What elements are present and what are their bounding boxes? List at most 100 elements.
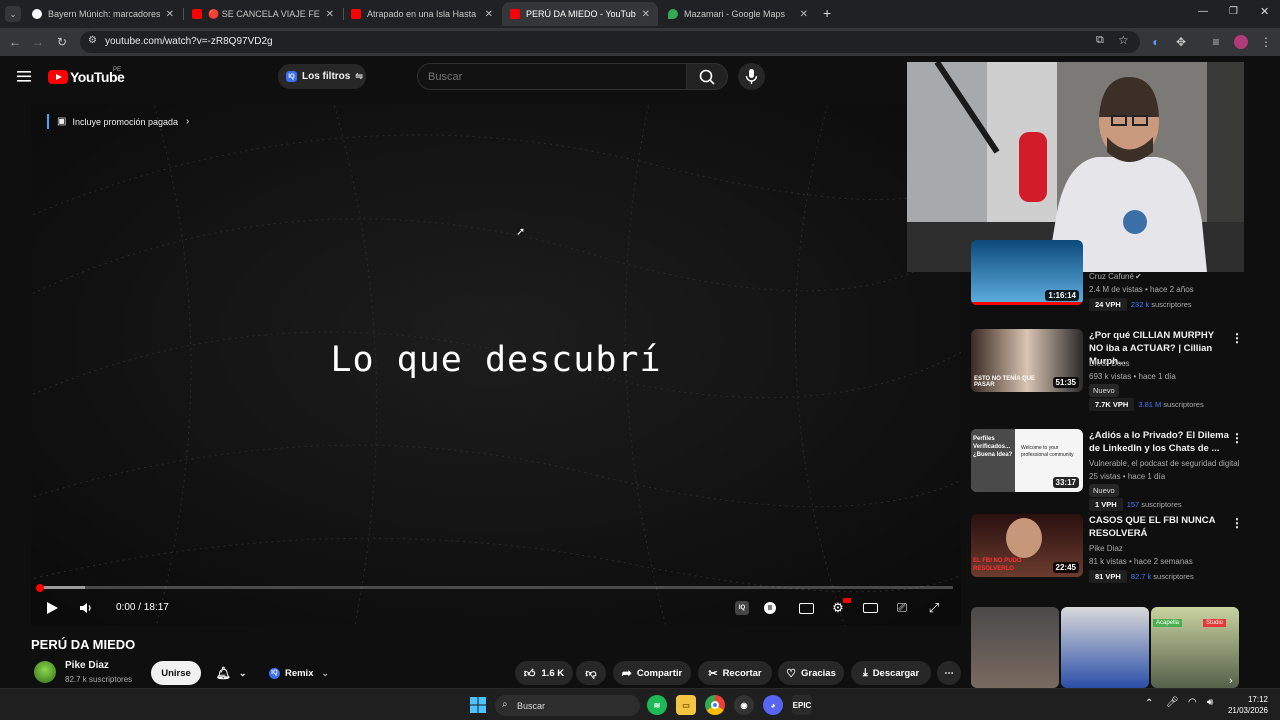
reading-list-icon[interactable]: ≡ <box>1207 33 1225 51</box>
subtitles-button[interactable] <box>795 598 817 618</box>
channel-name[interactable]: Cruz Cafuné <box>1089 272 1134 281</box>
browser-tab[interactable]: Bayern Múnich: marcadores en ✕ <box>24 2 182 26</box>
scissors-icon: ✂ <box>708 667 718 680</box>
tray-chevron-icon[interactable]: ⌃ <box>1145 698 1153 709</box>
join-button[interactable]: Unirse <box>151 661 201 685</box>
filters-button[interactable]: IQ Los filtros ⇋ <box>278 64 366 89</box>
back-icon[interactable]: ← <box>6 33 24 51</box>
discord-icon[interactable]: ◕ <box>763 695 783 715</box>
video-thumbnail[interactable]: ESTO NO TENÍA QUE PASAR 51:35 <box>971 329 1083 392</box>
channel-name[interactable]: Dieck Docs <box>1089 359 1129 368</box>
volume-tray-icon[interactable]: 🔊︎ <box>1207 697 1213 708</box>
spotify-icon[interactable]: ≋ <box>647 695 667 715</box>
download-button[interactable]: ⤓ Descargar <box>851 661 931 685</box>
dislike-button[interactable]: 👎︎ <box>576 661 606 685</box>
short-thumbnail[interactable]: Acapella Studio <box>1151 607 1239 688</box>
theater-icon <box>862 603 878 613</box>
channel-name[interactable]: Pike Diaz <box>65 660 109 671</box>
notifications-button[interactable]: 🔔︎ ⌄ <box>208 661 254 685</box>
reload-icon[interactable]: ↻ <box>53 33 71 51</box>
thanks-button[interactable]: ♡ Gracias <box>778 661 844 685</box>
video-duration: 51:35 <box>1052 377 1079 388</box>
download-icon: ⤓ <box>862 666 868 679</box>
video-title: PERÚ DA MIEDO <box>31 637 136 652</box>
browser-tab-bar: ⌄ Bayern Múnich: marcadores en ✕ 🔴 SE CA… <box>0 0 1280 28</box>
install-app-icon[interactable]: ⧉ <box>1096 34 1104 47</box>
close-tab-icon[interactable]: ✕ <box>485 9 493 20</box>
close-window-button[interactable]: ✕ <box>1260 5 1269 18</box>
taskbar-clock[interactable]: 17:12 21/03/2026 <box>1222 694 1268 716</box>
close-tab-icon[interactable]: ✕ <box>800 9 808 20</box>
video-title[interactable]: ¿Adiós a lo Privado? El Dilema de Linked… <box>1089 429 1229 455</box>
taskbar-search[interactable]: ⌕ Buscar <box>495 695 640 716</box>
profile-avatar-icon[interactable] <box>1232 33 1250 51</box>
browser-tab[interactable]: Mazamari - Google Maps ✕ <box>660 2 816 26</box>
wifi-icon[interactable]: ◠ <box>1188 697 1197 708</box>
channel-name[interactable]: Pike Diaz <box>1089 544 1123 553</box>
extensions-puzzle-icon[interactable]: ✥ <box>1172 33 1190 51</box>
progress-bar[interactable] <box>39 586 953 589</box>
browser-menu-icon[interactable]: ⋮ <box>1257 33 1275 51</box>
related-video[interactable]: EL FBI NO PUDO RESOLVERLO 22:45 CASOS QU… <box>971 514 1251 583</box>
video-player[interactable]: ▣ Incluye promoción pagada › Lo que desc… <box>31 104 961 626</box>
new-tab-button[interactable]: + <box>823 5 831 21</box>
like-button[interactable]: 👍︎ 1.6 K <box>515 661 573 685</box>
remix-button[interactable]: IQ Remix ⌄ <box>264 661 334 685</box>
volume-button[interactable] <box>75 598 97 618</box>
video-title[interactable]: CASOS QUE EL FBI NUNCA RESOLVERÁ <box>1089 514 1229 540</box>
video-thumbnail[interactable]: 1:16:14 <box>971 240 1083 305</box>
more-actions-button[interactable]: ⋯ <box>937 661 961 685</box>
browser-tab[interactable]: 🔴 SE CANCELA VIAJE FEKA? 🔴 ✕ <box>184 2 342 26</box>
channel-avatar[interactable] <box>34 661 56 683</box>
channel-name[interactable]: Vulnerable, el podcast de seguridad digi… <box>1089 459 1239 468</box>
theater-mode-button[interactable] <box>859 598 881 618</box>
extension-icon[interactable]: ◐ <box>1147 33 1165 51</box>
short-thumbnail[interactable] <box>1061 607 1149 688</box>
video-thumbnail[interactable]: Perfiles Verificados... ¿Buena Idea? Wel… <box>971 429 1083 492</box>
related-video[interactable]: ESTO NO TENÍA QUE PASAR 51:35 ¿Por qué C… <box>971 329 1251 411</box>
search-icon <box>699 69 715 85</box>
tab-search-button[interactable]: ⌄ <box>5 6 21 22</box>
related-video[interactable]: 1:16:14 Cruz Cafuné ✔ 2.4 M de vistas • … <box>971 240 1251 311</box>
epic-games-icon[interactable]: EPIC <box>792 695 812 715</box>
close-tab-icon[interactable]: ✕ <box>166 9 174 20</box>
search-button[interactable] <box>686 63 728 90</box>
file-explorer-icon[interactable]: ▭ <box>676 695 696 715</box>
browser-tab-active[interactable]: PERÚ DA MIEDO - YouTube ✕ <box>502 2 658 26</box>
microphone-tray-icon[interactable]: 🎤︎ <box>1166 697 1179 708</box>
settings-button[interactable]: ⚙ <box>827 598 851 618</box>
paid-promotion-label[interactable]: ▣ Incluye promoción pagada › <box>47 114 189 129</box>
scrubber-handle[interactable] <box>36 584 44 592</box>
browser-tab[interactable]: Atrapado en una Isla Hasta que ✕ <box>343 2 501 26</box>
chevron-right-icon[interactable]: › <box>1229 675 1233 687</box>
hamburger-menu-icon[interactable] <box>17 69 31 82</box>
voice-search-button[interactable] <box>738 63 765 90</box>
related-video[interactable]: Perfiles Verificados... ¿Buena Idea? Wel… <box>971 429 1251 511</box>
more-options-icon[interactable]: ⋮ <box>1231 331 1243 345</box>
close-tab-icon[interactable]: ✕ <box>326 9 334 20</box>
windows-start-icon[interactable] <box>468 695 488 715</box>
bookmark-star-icon[interactable]: ☆ <box>1118 33 1129 47</box>
chrome-icon[interactable] <box>705 695 725 715</box>
search-input[interactable] <box>428 69 678 85</box>
more-options-icon[interactable]: ⋮ <box>1231 431 1243 445</box>
short-thumbnail[interactable] <box>971 607 1059 688</box>
iq-player-button[interactable]: IQ <box>731 598 753 618</box>
address-bar[interactable]: ⚙ youtube.com/watch?v=-zR8Q97VD2g ⧉ ☆ <box>80 31 1140 53</box>
minimize-button[interactable]: — <box>1198 6 1208 17</box>
play-button[interactable] <box>41 598 63 618</box>
more-options-icon[interactable]: ⋮ <box>1231 516 1243 530</box>
clip-button[interactable]: ✂ Recortar <box>698 661 772 685</box>
forward-icon[interactable]: → <box>29 33 47 51</box>
maps-favicon-icon <box>668 9 678 19</box>
autoplay-toggle[interactable]: II <box>759 598 781 618</box>
video-thumbnail[interactable]: EL FBI NO PUDO RESOLVERLO 22:45 <box>971 514 1083 577</box>
cast-button[interactable]: ⎚ <box>891 598 913 618</box>
site-info-icon[interactable]: ⚙ <box>88 35 97 46</box>
obs-icon[interactable]: ◉ <box>734 695 754 715</box>
close-tab-icon[interactable]: ✕ <box>642 9 650 20</box>
fullscreen-button[interactable]: ⤢ <box>923 598 945 618</box>
restore-button[interactable]: ❐ <box>1229 6 1238 17</box>
vph-badge: 7.7K VPH 3.81 M suscriptores <box>1089 398 1204 411</box>
share-button[interactable]: ➦ Compartir <box>613 661 691 685</box>
